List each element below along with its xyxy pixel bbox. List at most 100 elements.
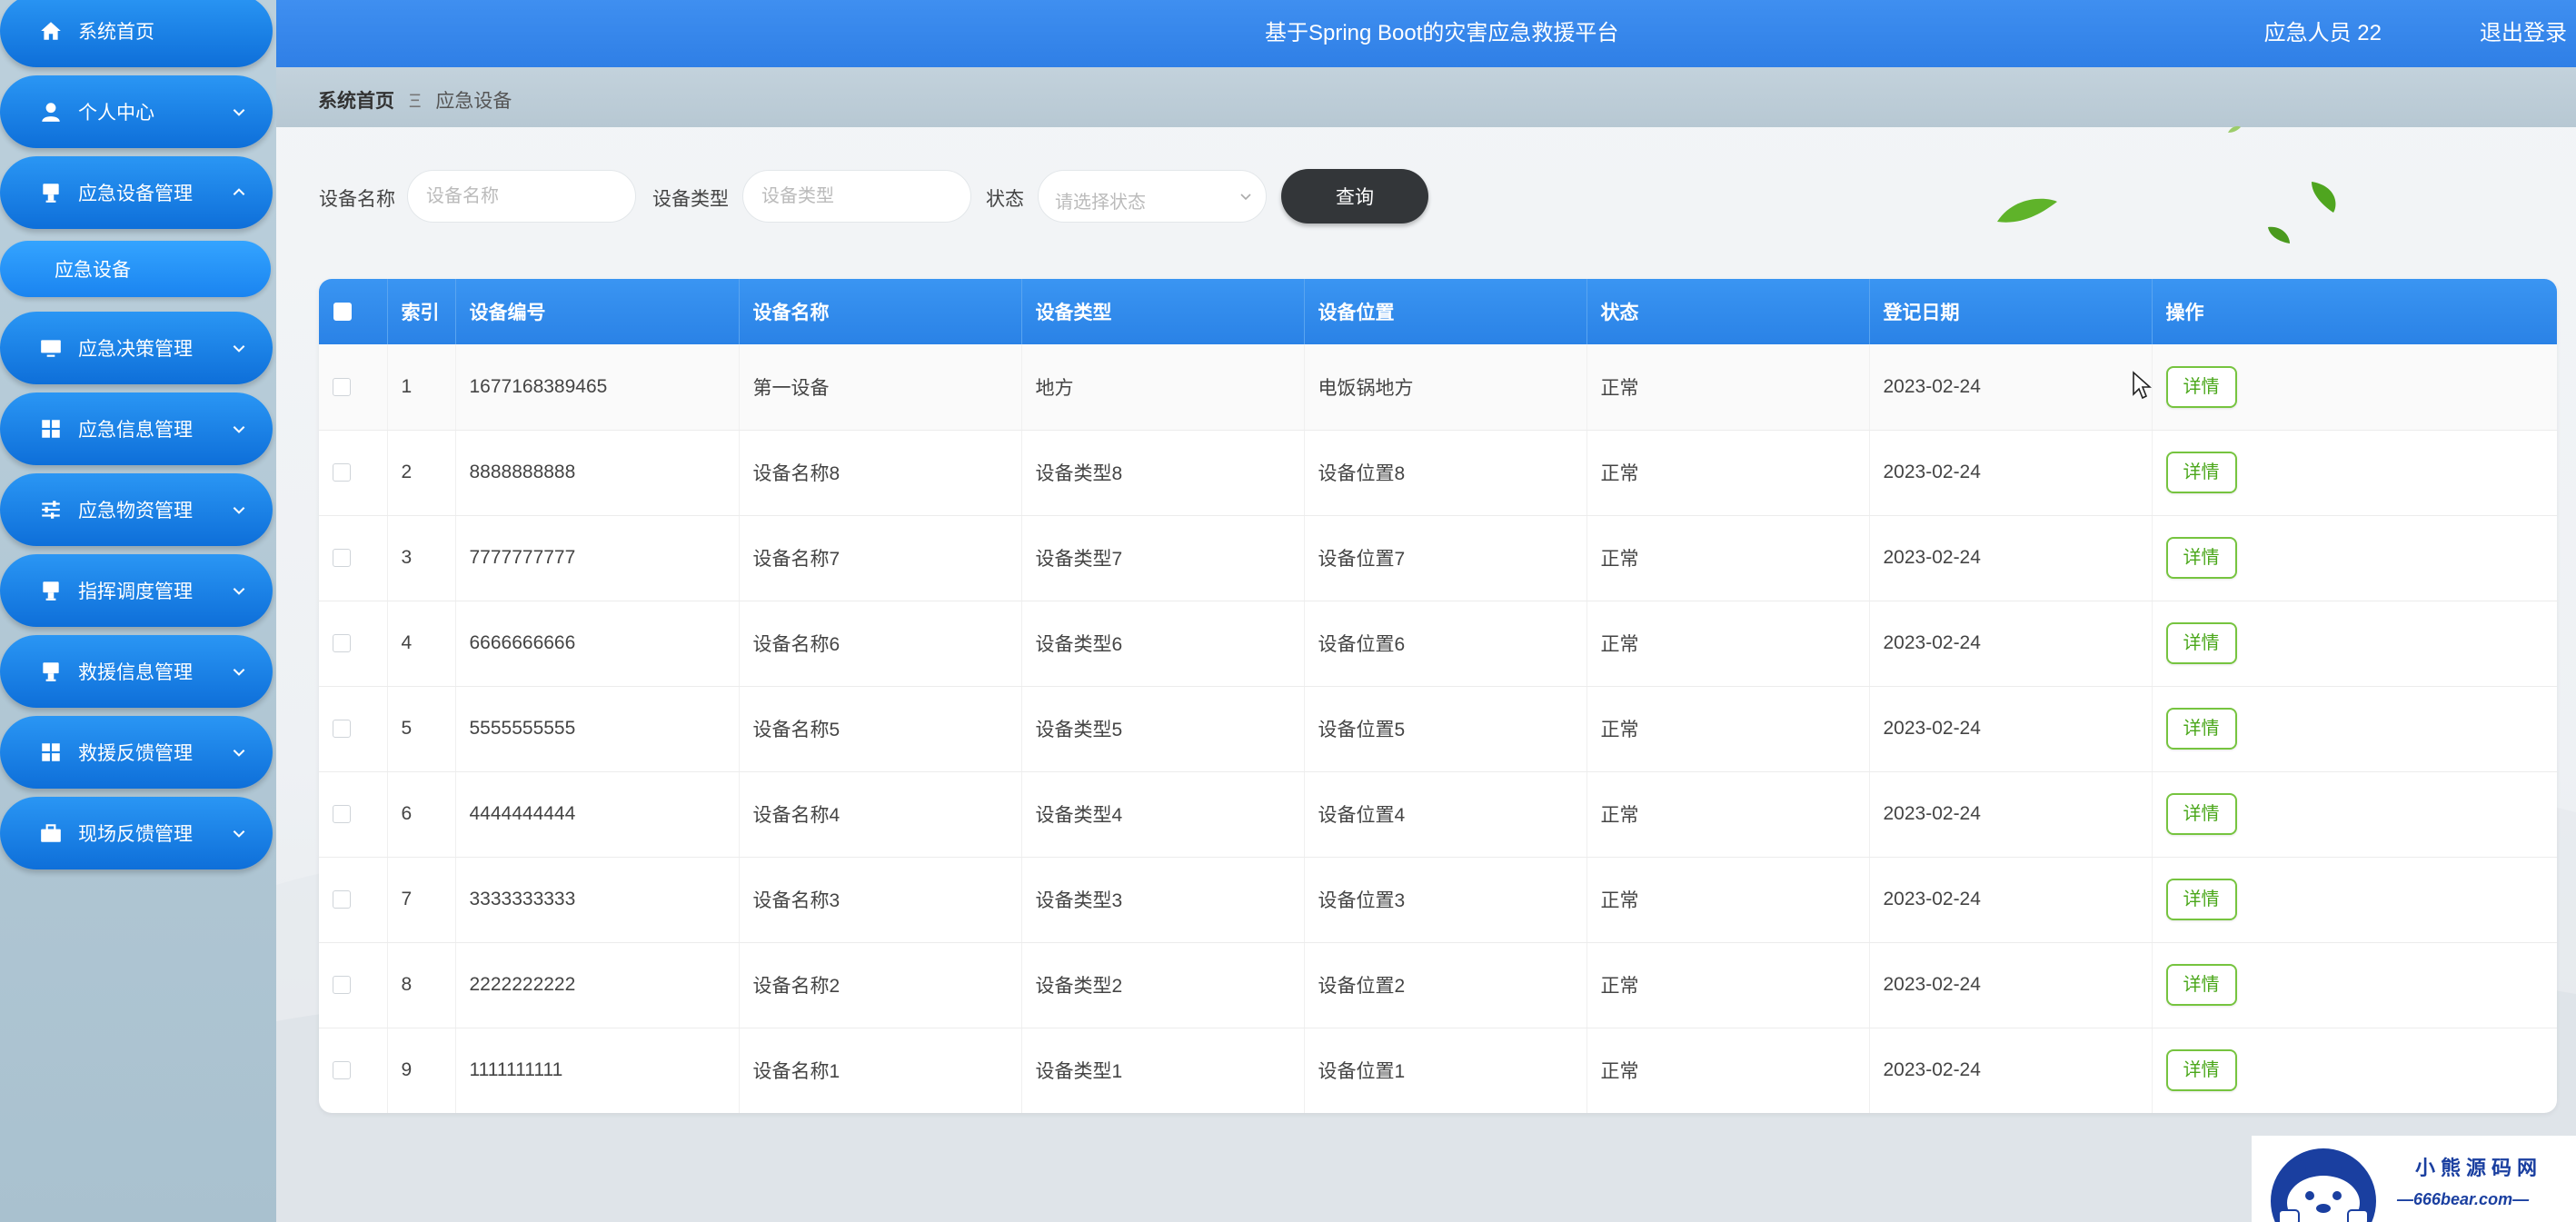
sidebar-item-supplies-management[interactable]: 应急物资管理: [0, 473, 273, 546]
sidebar-item-label: 应急物资管理: [78, 501, 193, 522]
detail-button[interactable]: 详情: [2165, 365, 2237, 408]
row-checkbox[interactable]: [333, 720, 351, 739]
watermark-brand: 小熊源码网: [2415, 1157, 2543, 1179]
sidebar-item-personal-center[interactable]: 个人中心: [0, 75, 273, 148]
cell-code: 5555555555: [455, 686, 740, 772]
chevron-down-icon: [233, 588, 245, 595]
detail-button[interactable]: 详情: [2165, 622, 2237, 664]
cell-index: 7: [387, 857, 456, 943]
detail-button[interactable]: 详情: [2165, 793, 2237, 835]
cell-index: 5: [387, 686, 456, 772]
cell-status: 正常: [1586, 857, 1870, 943]
cell-location: 电饭锅地方: [1304, 344, 1587, 431]
watermark-site: —666bear.com—: [2397, 1190, 2530, 1208]
table-row: 5 5555555555 设备名称5 设备类型5 设备位置5 正常 2023-0…: [319, 686, 2557, 772]
sidebar-item-rescue-info-management[interactable]: 救援信息管理: [0, 635, 273, 708]
leaf-decoration: [2228, 125, 2241, 133]
row-checkbox[interactable]: [333, 463, 351, 482]
select-all-checkbox[interactable]: [333, 303, 352, 322]
cell-location: 设备位置3: [1304, 857, 1587, 943]
device-type-label: 设备类型: [652, 189, 729, 210]
briefcase-icon: [41, 824, 61, 842]
grid-icon: [42, 420, 60, 438]
status-select-placeholder: 请选择状态: [1055, 193, 1146, 213]
cell-date: 2023-02-24: [1869, 430, 2153, 516]
sidebar-item-info-management[interactable]: 应急信息管理: [0, 392, 273, 465]
detail-button[interactable]: 详情: [2165, 1049, 2237, 1091]
monitor-icon: [41, 340, 61, 357]
cell-index: 1: [387, 344, 456, 431]
table-row: 4 6666666666 设备名称6 设备类型6 设备位置6 正常 2023-0…: [319, 601, 2557, 687]
row-checkbox[interactable]: [333, 378, 351, 397]
sidebar-item-device-management[interactable]: 应急设备管理: [0, 156, 273, 229]
cell-index: 4: [387, 601, 456, 687]
column-header[interactable]: 设备编号: [455, 279, 740, 344]
cell-date: 2023-02-24: [1869, 515, 2153, 601]
cell-index: 3: [387, 515, 456, 601]
cell-location: 设备位置6: [1304, 601, 1587, 687]
detail-button[interactable]: 详情: [2165, 452, 2237, 493]
cell-code: 4444444444: [455, 771, 740, 858]
cell-code: 1677168389465: [455, 344, 740, 431]
table-row: 7 3333333333 设备名称3 设备类型3 设备位置3 正常 2023-0…: [319, 857, 2557, 943]
cell-actions: 详情: [2152, 430, 2557, 516]
sidebar-item-label: 应急信息管理: [78, 420, 193, 441]
detail-button[interactable]: 详情: [2165, 964, 2237, 1006]
cell-actions: 详情: [2152, 771, 2557, 858]
row-checkbox[interactable]: [333, 1061, 351, 1080]
sidebar-item-rescue-feedback-management[interactable]: 救援反馈管理: [0, 716, 273, 789]
submenu-item-label: 应急设备: [55, 260, 131, 281]
detail-button[interactable]: 详情: [2165, 537, 2237, 579]
cell-name: 设备名称3: [739, 857, 1022, 943]
cell-index: 6: [387, 771, 456, 858]
sidebar-item-dispatch-management[interactable]: 指挥调度管理: [0, 554, 273, 627]
cell-code: 3333333333: [455, 857, 740, 943]
grid-icon: [42, 743, 60, 761]
cell-actions: 详情: [2152, 942, 2557, 1028]
logout-link[interactable]: 退出登录: [2480, 15, 2567, 46]
row-checkbox[interactable]: [333, 805, 351, 824]
sidebar-item-home[interactable]: 系统首页: [0, 0, 273, 67]
chevron-down-icon: [233, 669, 245, 676]
device-name-label: 设备名称: [319, 189, 395, 210]
column-header[interactable]: 登记日期: [1869, 279, 2153, 344]
device-type-input[interactable]: [742, 170, 971, 223]
row-select-cell: [319, 430, 388, 516]
table-row: 6 4444444444 设备名称4 设备类型4 设备位置4 正常 2023-0…: [319, 771, 2557, 858]
cell-location: 设备位置7: [1304, 515, 1587, 601]
column-header[interactable]: 设备名称: [739, 279, 1022, 344]
cell-actions: 详情: [2152, 601, 2557, 687]
submenu-item-emergency-device[interactable]: 应急设备: [0, 241, 271, 297]
cell-actions: 详情: [2152, 857, 2557, 943]
column-header[interactable]: 设备位置: [1304, 279, 1587, 344]
cell-type: 设备类型2: [1021, 942, 1305, 1028]
cell-name: 设备名称1: [739, 1028, 1022, 1113]
cell-actions: 详情: [2152, 515, 2557, 601]
column-header[interactable]: 索引: [387, 279, 456, 344]
table-row: 8 2222222222 设备名称2 设备类型2 设备位置2 正常 2023-0…: [319, 942, 2557, 1028]
sidebar-item-site-feedback-management[interactable]: 现场反馈管理: [0, 797, 273, 869]
detail-button[interactable]: 详情: [2165, 708, 2237, 750]
cell-name: 设备名称6: [739, 601, 1022, 687]
breadcrumb-current: 应急设备: [435, 91, 512, 112]
query-button[interactable]: 查询: [1281, 169, 1428, 224]
device-icon: [43, 184, 59, 203]
watermark-logo: 小熊源码网 —666bear.com—: [2252, 1136, 2576, 1222]
row-checkbox[interactable]: [333, 634, 351, 653]
row-checkbox[interactable]: [333, 890, 351, 909]
device-name-input[interactable]: [407, 170, 636, 223]
cell-type: 设备类型3: [1021, 857, 1305, 943]
cell-date: 2023-02-24: [1869, 344, 2153, 431]
detail-button[interactable]: 详情: [2165, 879, 2237, 920]
row-checkbox[interactable]: [333, 976, 351, 995]
sidebar-item-decision-management[interactable]: 应急决策管理: [0, 312, 273, 384]
column-header[interactable]: 状态: [1586, 279, 1870, 344]
breadcrumb: 系统首页 Ξ 应急设备: [318, 86, 512, 114]
status-select[interactable]: 请选择状态: [1038, 170, 1267, 223]
cell-name: 设备名称2: [739, 942, 1022, 1028]
row-checkbox[interactable]: [333, 549, 351, 568]
sidebar-item-label: 应急设备管理: [78, 184, 193, 204]
column-header[interactable]: 设备类型: [1021, 279, 1305, 344]
cell-date: 2023-02-24: [1869, 771, 2153, 858]
breadcrumb-home[interactable]: 系统首页: [318, 91, 394, 112]
